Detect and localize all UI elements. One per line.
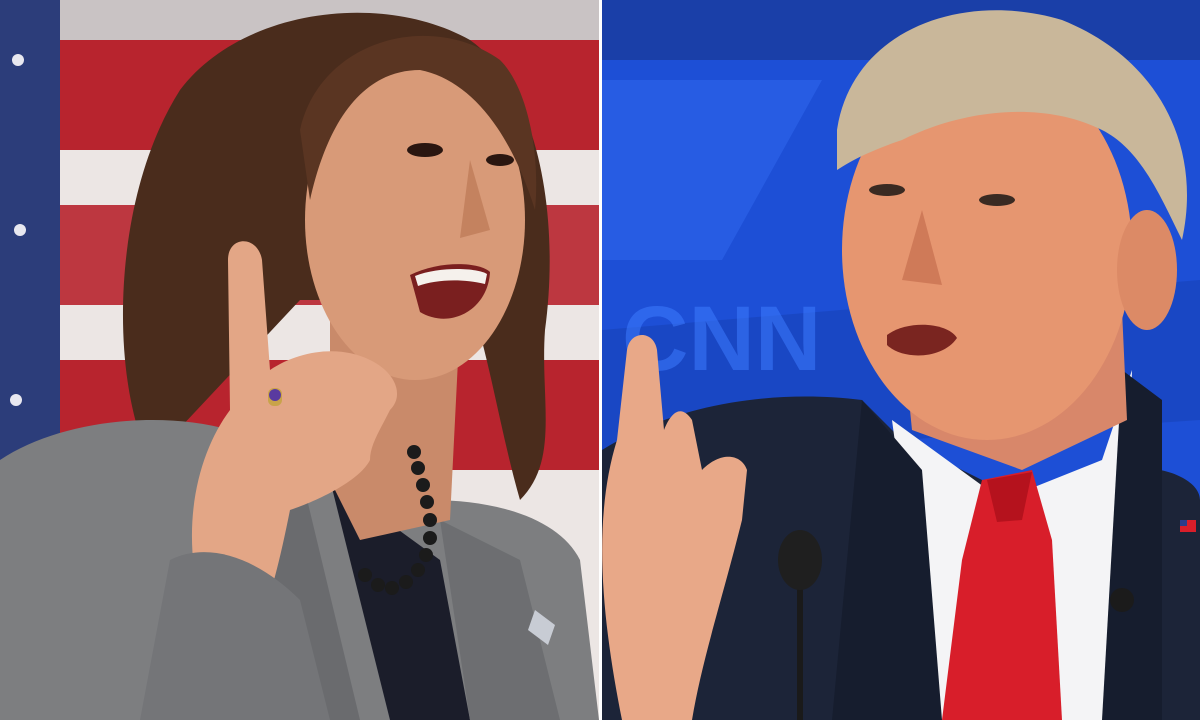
left-photo xyxy=(0,0,599,720)
right-photo: CNN xyxy=(602,0,1200,720)
split-photo: CNN xyxy=(0,0,1200,720)
right-photo-illustration: CNN xyxy=(602,0,1200,720)
left-photo-illustration xyxy=(0,0,599,720)
